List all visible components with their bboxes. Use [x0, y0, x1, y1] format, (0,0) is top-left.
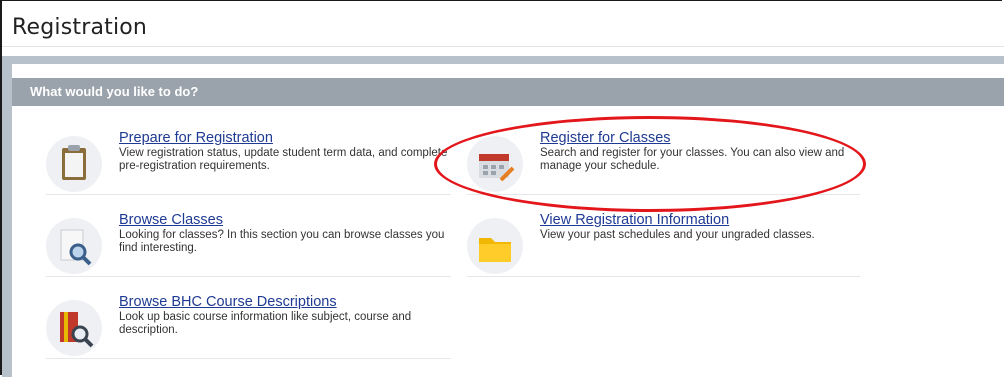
document-magnifier-icon	[46, 218, 102, 274]
clipboard-icon	[46, 136, 102, 192]
link-browse-classes[interactable]: Browse Classes	[119, 212, 223, 228]
tile-prepare-for-registration: Prepare for Registration View registrati…	[46, 130, 451, 195]
book-magnifier-icon	[46, 300, 102, 356]
link-browse-bhc-course-descriptions[interactable]: Browse BHC Course Descriptions	[119, 294, 337, 310]
desc-view-registration-information: View your past schedules and your ungrad…	[540, 229, 815, 241]
link-register-for-classes[interactable]: Register for Classes	[540, 130, 671, 146]
desc-browse-classes: Looking for classes? In this section you…	[119, 229, 445, 254]
card-header: What would you like to do?	[12, 78, 1004, 106]
page-header: Registration	[2, 1, 1004, 47]
tile-browse-classes: Browse Classes Looking for classes? In t…	[46, 212, 451, 277]
tile-view-registration-information: View Registration Information View your …	[467, 212, 860, 277]
page-title: Registration	[12, 15, 148, 40]
card-header-title: What would you like to do?	[30, 84, 199, 99]
link-view-registration-information[interactable]: View Registration Information	[540, 212, 729, 228]
calendar-pencil-icon	[467, 136, 523, 192]
tile-browse-bhc-course-descriptions: Browse BHC Course Descriptions Look up b…	[46, 294, 451, 359]
desc-prepare-for-registration: View registration status, update student…	[119, 147, 448, 172]
tile-register-for-classes: Register for Classes Search and register…	[467, 130, 860, 195]
desc-browse-bhc-course-descriptions: Look up basic course information like su…	[119, 311, 412, 336]
link-prepare-for-registration[interactable]: Prepare for Registration	[119, 130, 273, 146]
desc-register-for-classes: Search and register for your classes. Yo…	[540, 147, 845, 172]
folder-icon	[467, 218, 523, 274]
